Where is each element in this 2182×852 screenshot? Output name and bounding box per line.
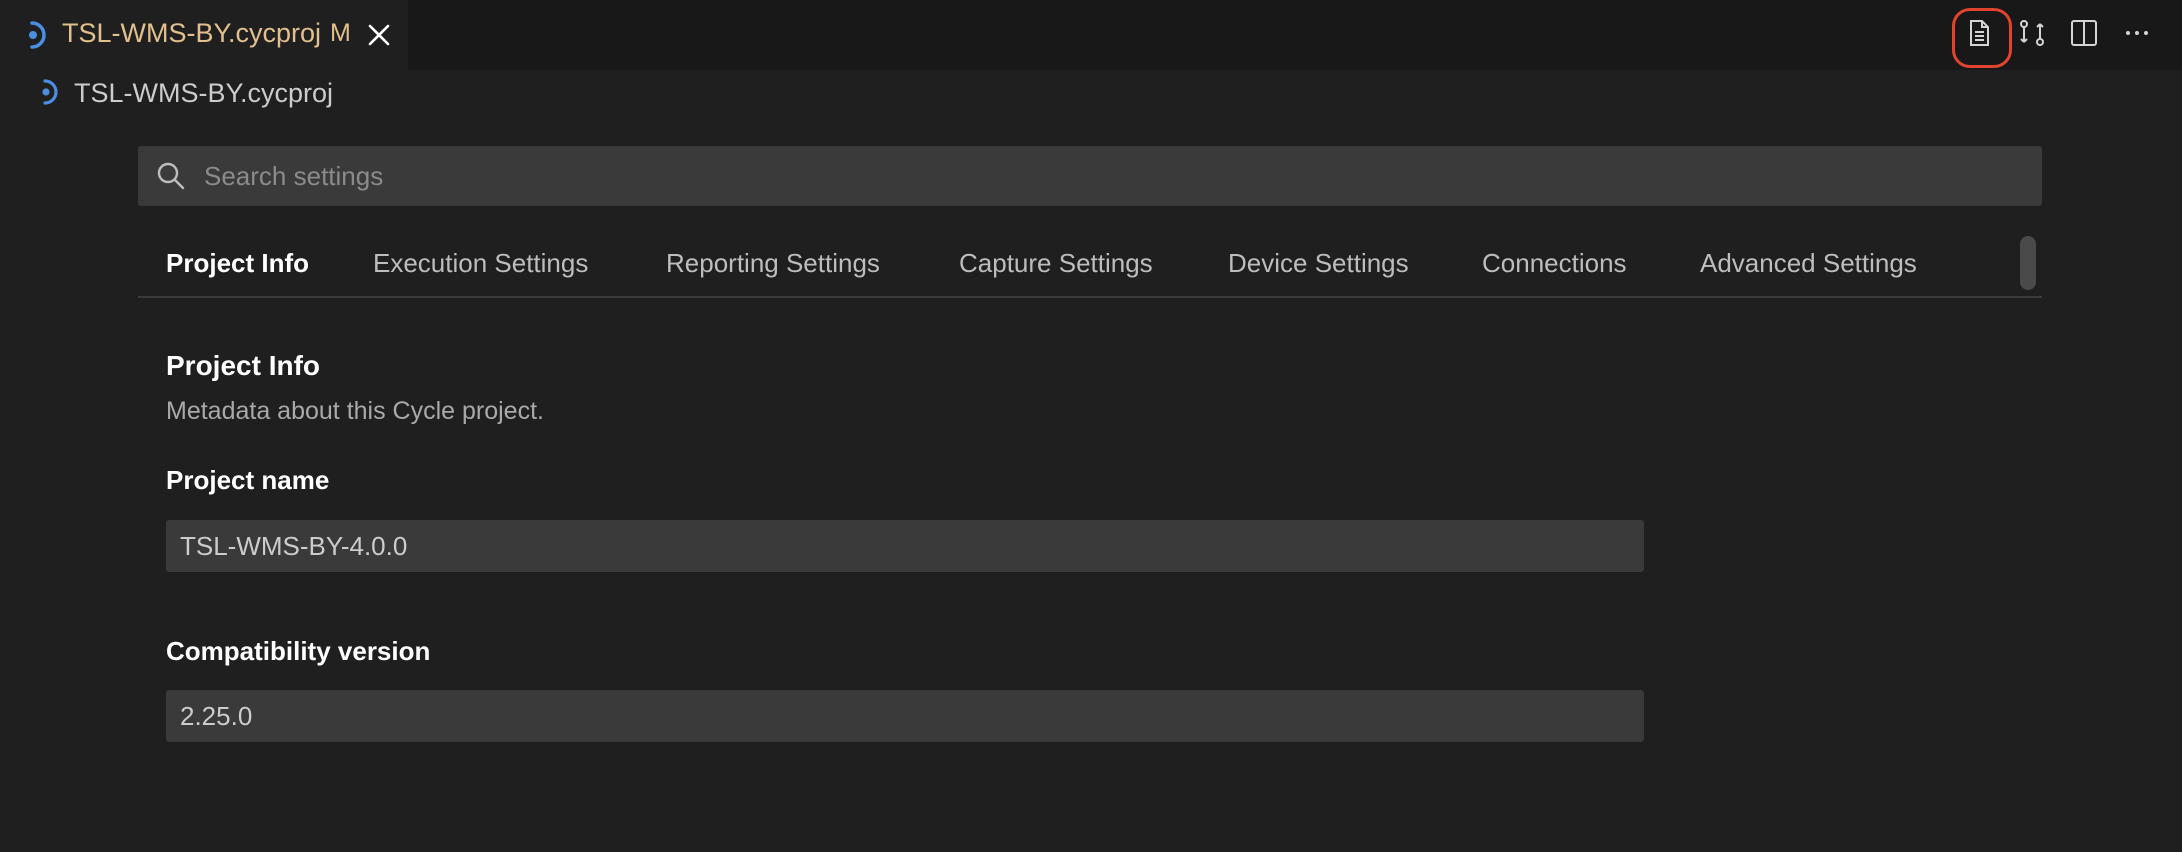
search-icon	[156, 161, 186, 191]
open-source-button[interactable]	[1952, 8, 2012, 68]
compatibility-version-label: Compatibility version	[166, 636, 431, 666]
cycle-file-icon	[24, 20, 52, 50]
editor-tab[interactable]: TSL-WMS-BY.cycproj M	[0, 0, 408, 70]
tab-project-info[interactable]: Project Info	[166, 248, 309, 279]
tab-device-settings[interactable]: Device Settings	[1228, 248, 1409, 279]
tab-filename: TSL-WMS-BY.cycproj	[62, 18, 322, 48]
split-editor-icon	[2069, 18, 2099, 53]
tabs-scrollbar[interactable]	[2020, 236, 2036, 290]
compatibility-version-field[interactable]	[166, 690, 1644, 742]
breadcrumb-item-file[interactable]: TSL-WMS-BY.cycproj	[74, 78, 333, 109]
open-source-icon	[1965, 18, 1993, 53]
modified-badge: M	[330, 19, 351, 47]
split-editor-button[interactable]	[2063, 14, 2105, 56]
project-name-field[interactable]	[166, 520, 1644, 572]
search-box	[138, 146, 2042, 206]
tab-connections[interactable]: Connections	[1482, 248, 1627, 279]
breadcrumb: TSL-WMS-BY.cycproj	[0, 70, 2182, 116]
editor-title-bar: TSL-WMS-BY.cycproj M	[0, 0, 2182, 70]
close-icon[interactable]	[364, 20, 394, 50]
cycle-file-icon	[38, 78, 62, 106]
tab-advanced-settings[interactable]: Advanced Settings	[1700, 248, 1917, 279]
project-name-label: Project name	[166, 465, 330, 495]
settings-tabs: Project Info Execution Settings Reportin…	[138, 232, 2042, 298]
search-input[interactable]	[204, 146, 2024, 206]
compare-changes-icon	[2017, 18, 2047, 53]
tab-reporting-settings[interactable]: Reporting Settings	[666, 248, 880, 279]
tab-capture-settings[interactable]: Capture Settings	[959, 248, 1153, 279]
section-title: Project Info	[166, 350, 321, 381]
more-actions-icon	[2122, 18, 2152, 53]
section-description: Metadata about this Cycle project.	[166, 397, 544, 425]
more-actions-button[interactable]	[2116, 14, 2158, 56]
compare-changes-button[interactable]	[2011, 14, 2053, 56]
tab-execution-settings[interactable]: Execution Settings	[373, 248, 588, 279]
